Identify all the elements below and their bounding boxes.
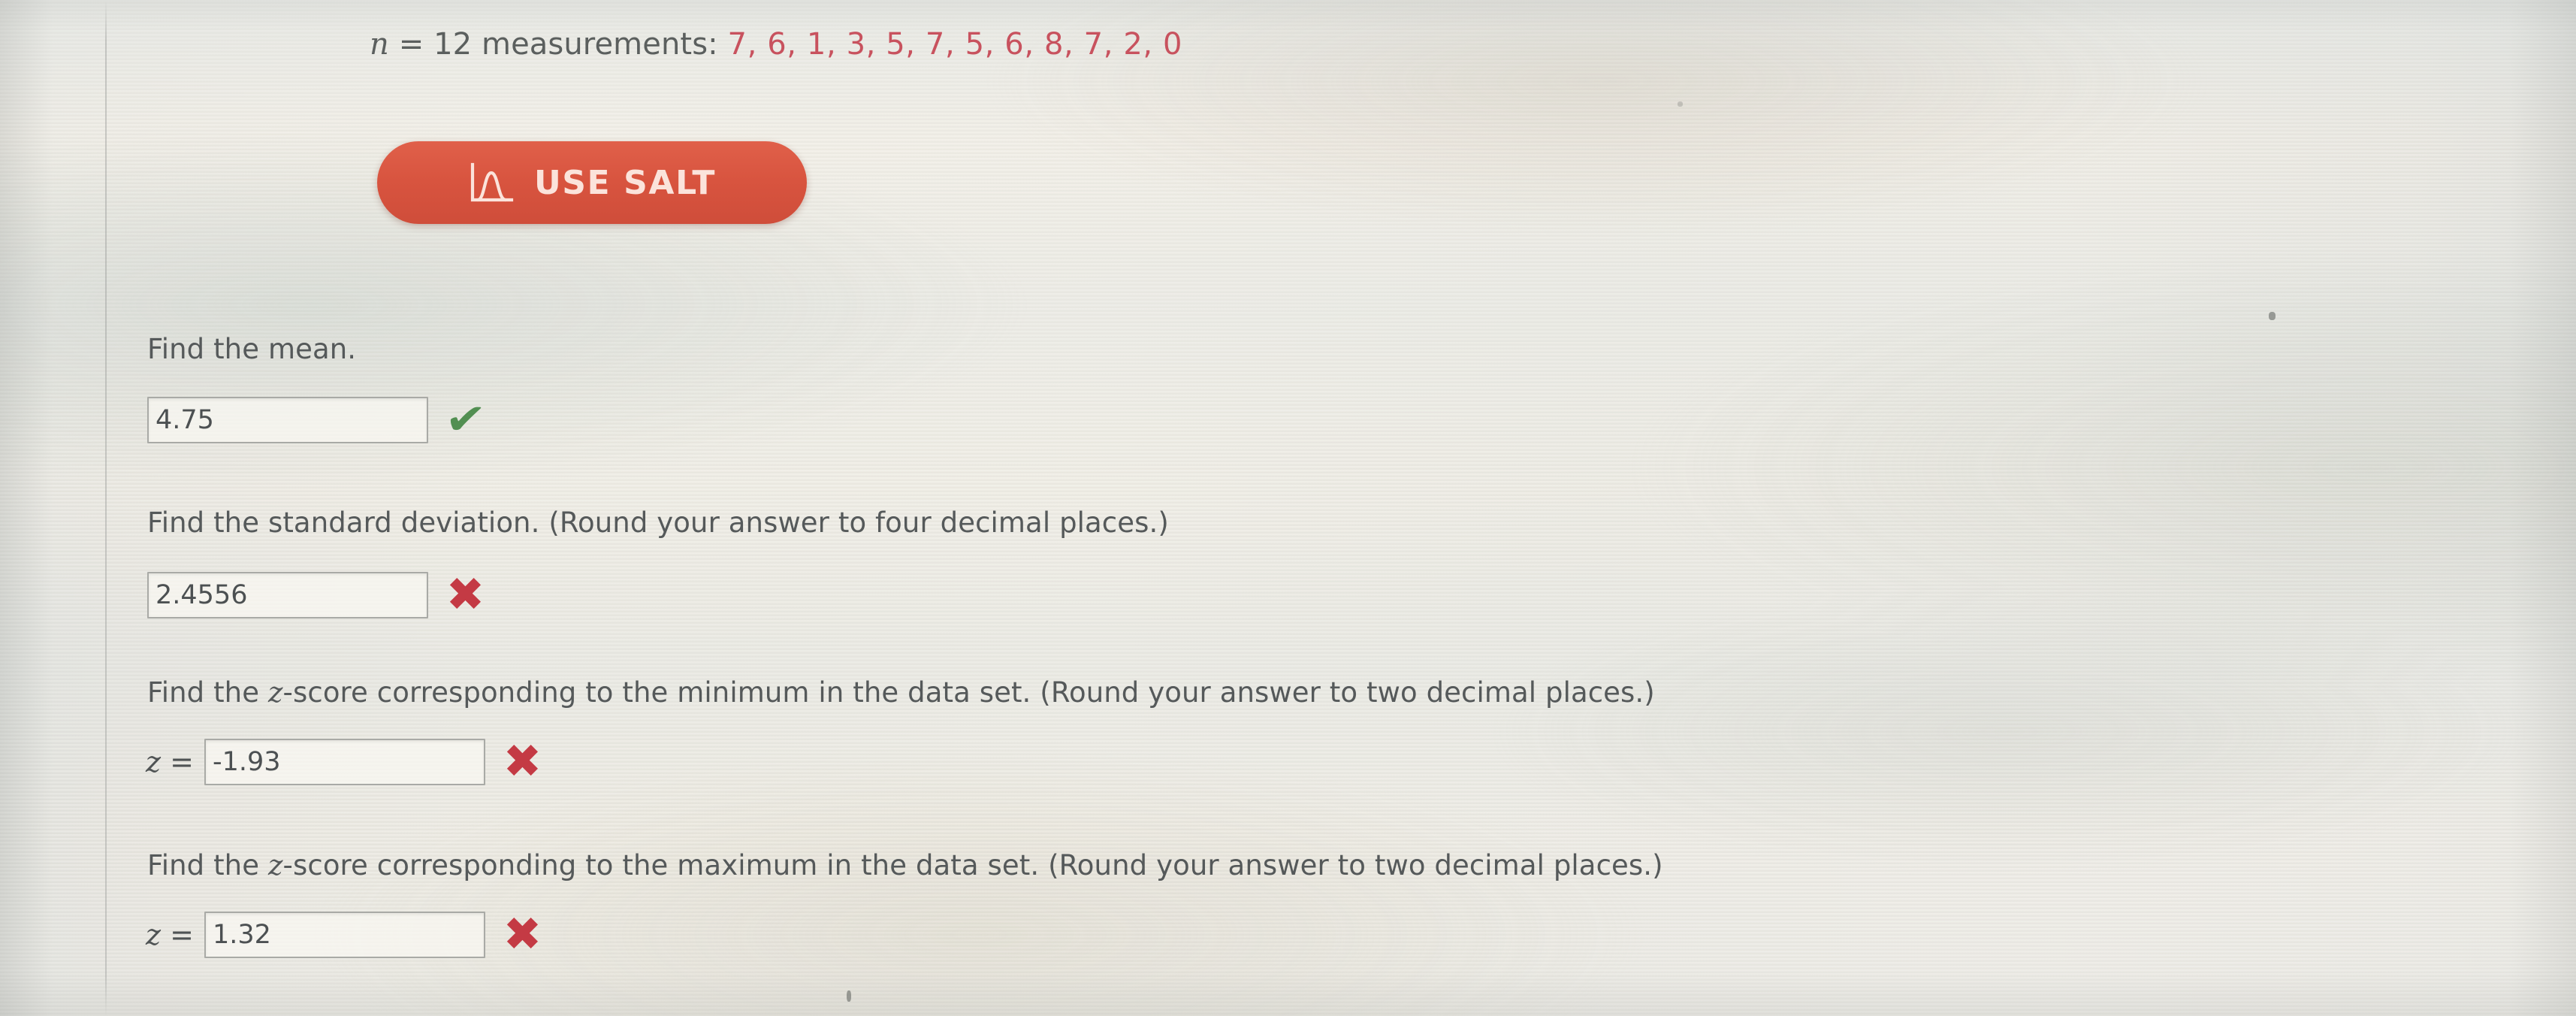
incorrect-cross-icon: ✖ <box>503 734 542 789</box>
measurements-line: n = 12 measurements: 7, 6, 1, 3, 5, 7, 5… <box>370 27 1182 62</box>
question-prompt-stdev: Find the standard deviation. (Round your… <box>147 506 1169 539</box>
zmin-answer-input[interactable] <box>204 739 485 785</box>
zmin-equals-label: z = <box>146 745 194 779</box>
photo-speck <box>1678 101 1683 107</box>
problem-content: n = 12 measurements: 7, 6, 1, 3, 5, 7, 5… <box>0 0 2576 1016</box>
zmax-equals-sign: = <box>161 918 194 951</box>
zmin-equals-sign: = <box>161 745 194 779</box>
mean-answer-input[interactable] <box>147 397 428 443</box>
photo-speck <box>2269 312 2276 320</box>
answer-row-zmax: z = ✖ <box>146 907 542 962</box>
zmin-prompt-z-symbol: z <box>267 676 283 709</box>
photo-speck <box>847 990 851 1002</box>
zmax-answer-input[interactable] <box>204 912 485 958</box>
answer-row-zmin: z = ✖ <box>146 734 542 789</box>
zmax-equals-label: z = <box>146 918 194 951</box>
answer-row-stdev: ✖ <box>147 567 485 622</box>
correct-check-icon: ✔ <box>442 395 488 444</box>
question-prompt-zmax: Find the z-score corresponding to the ma… <box>147 849 1663 881</box>
n-count-label: = 12 measurements: <box>388 27 728 62</box>
zmax-z-symbol: z <box>146 918 162 951</box>
use-salt-button[interactable]: USE SALT <box>377 141 807 224</box>
question-prompt-mean: Find the mean. <box>147 333 357 365</box>
zmin-z-symbol: z <box>146 745 162 779</box>
zmax-prompt-z-symbol: z <box>267 849 283 881</box>
stdev-answer-input[interactable] <box>147 572 428 618</box>
zmax-prompt-pre: Find the <box>147 849 268 881</box>
incorrect-cross-icon: ✖ <box>445 567 485 622</box>
incorrect-cross-icon: ✖ <box>503 907 542 962</box>
zmin-prompt-post: -score corresponding to the minimum in t… <box>282 676 1655 709</box>
zmax-prompt-post: -score corresponding to the maximum in t… <box>282 849 1663 881</box>
normal-distribution-curve-icon <box>470 162 514 202</box>
zmin-prompt-pre: Find the <box>147 676 268 709</box>
use-salt-label: USE SALT <box>533 163 717 202</box>
answer-row-mean: ✔ <box>147 395 488 444</box>
n-symbol: n <box>370 27 389 62</box>
question-prompt-zmin: Find the z-score corresponding to the mi… <box>147 676 1655 709</box>
measurement-values: 7, 6, 1, 3, 5, 7, 5, 6, 8, 7, 2, 0 <box>727 27 1183 62</box>
